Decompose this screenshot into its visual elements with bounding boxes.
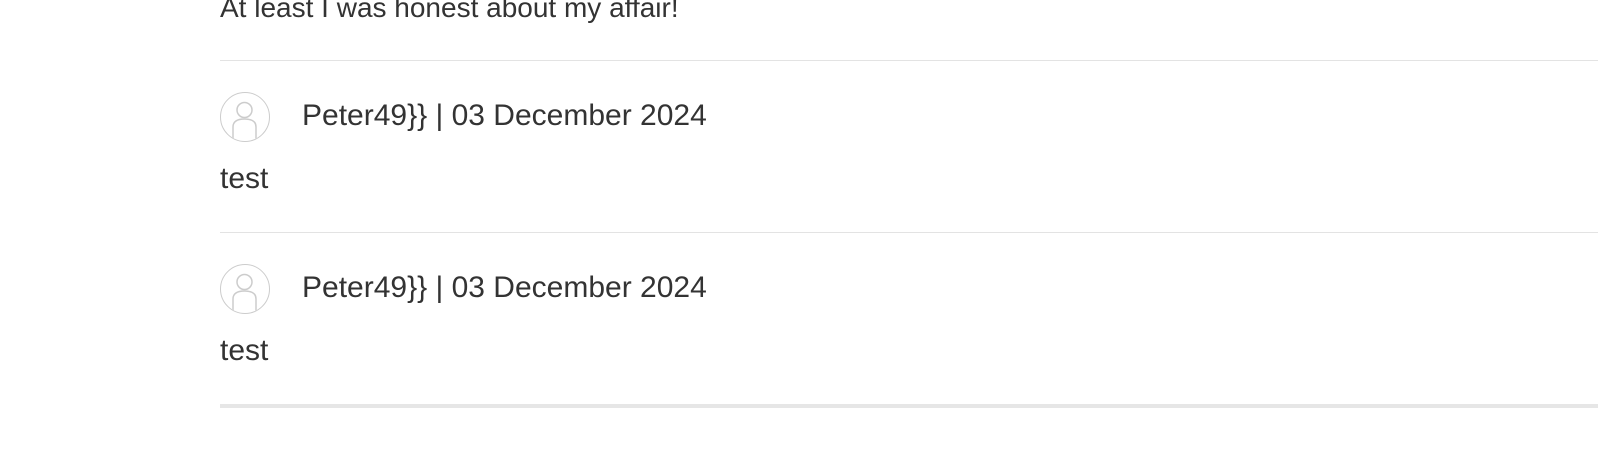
user-avatar-icon xyxy=(220,264,270,314)
comment-body: test xyxy=(220,334,269,367)
user-avatar-icon xyxy=(220,92,270,142)
comment-author: Peter49}} xyxy=(302,99,428,132)
comment-meta: Peter49}} | 03 December 2024 xyxy=(302,269,707,307)
comment-body: test xyxy=(220,162,269,195)
meta-separator: | xyxy=(427,271,452,304)
comment-item: Peter49}} | 03 December 2024 test xyxy=(220,61,1598,233)
comment-date: 03 December 2024 xyxy=(451,99,707,132)
comment-text: At least I was honest about my affair! xyxy=(220,0,679,23)
comment-date: 03 December 2024 xyxy=(451,271,707,304)
comment-item: Peter49}} | 03 December 2024 test xyxy=(220,233,1598,405)
comment-author: Peter49}} xyxy=(302,271,428,304)
meta-separator: | xyxy=(427,99,452,132)
comment-meta: Peter49}} | 03 December 2024 xyxy=(302,97,707,135)
comments-end-divider xyxy=(220,404,1598,408)
